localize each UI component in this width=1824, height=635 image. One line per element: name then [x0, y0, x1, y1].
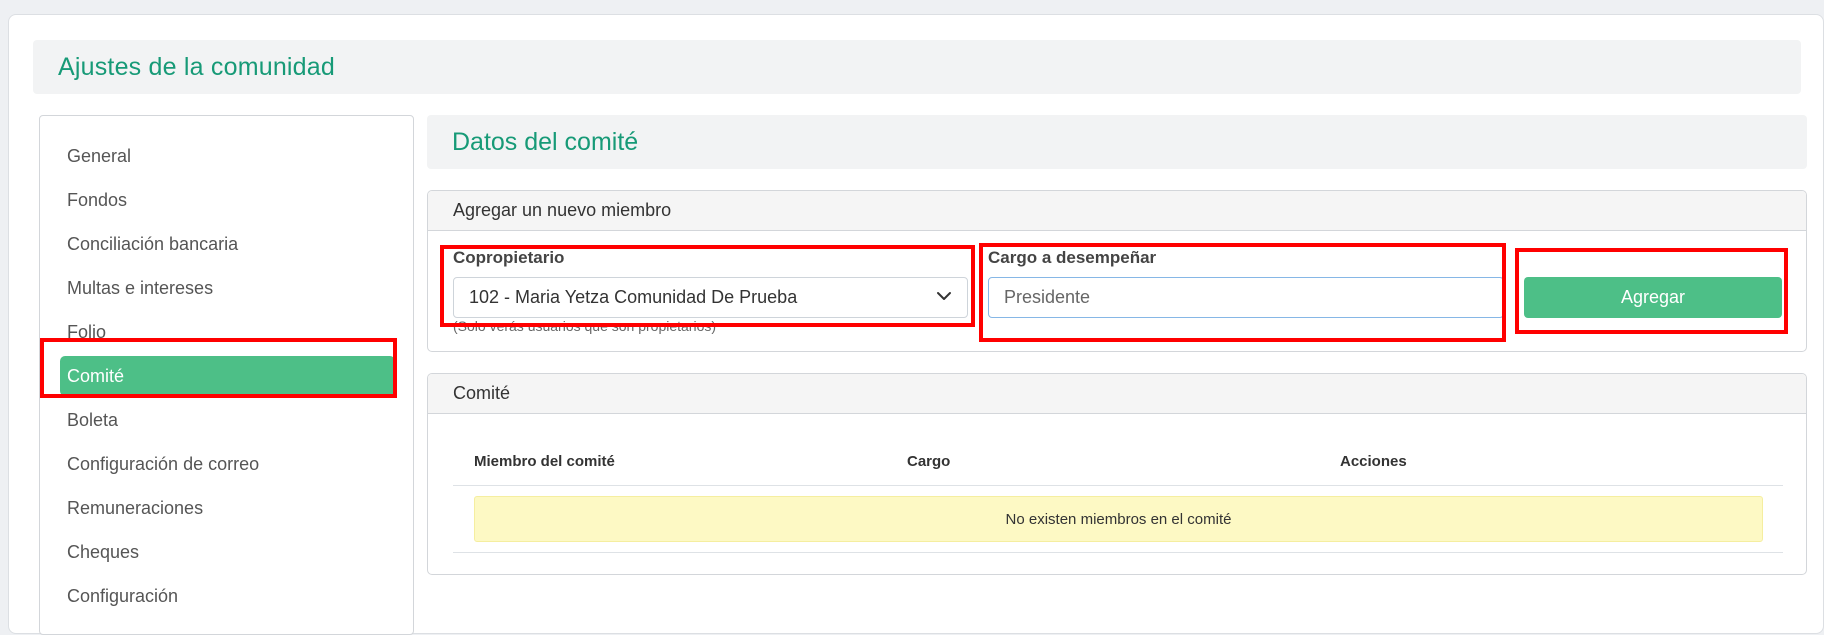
sidebar-item-cheques[interactable]: Cheques: [60, 532, 395, 572]
committee-heading: Comité: [428, 374, 1806, 414]
sidebar-item-fondos[interactable]: Fondos: [60, 180, 395, 220]
add-member-heading: Agregar un nuevo miembro: [428, 191, 1806, 231]
role-input[interactable]: [988, 277, 1504, 318]
sidebar-item-comite[interactable]: Comité: [60, 356, 395, 396]
section-header: Datos del comité: [427, 115, 1807, 169]
owner-select[interactable]: 102 - Maria Yetza Comunidad De Prueba: [453, 277, 968, 318]
sidebar-item-boleta[interactable]: Boleta: [60, 400, 395, 440]
sidebar-item-folio[interactable]: Folio: [60, 312, 395, 352]
page-header: Ajustes de la comunidad: [33, 40, 1801, 94]
column-header-member: Miembro del comité: [474, 452, 615, 470]
table-bottom-border: [453, 552, 1783, 553]
empty-committee-message: No existen miembros en el comité: [474, 496, 1763, 542]
owner-select-value: 102 - Maria Yetza Comunidad De Prueba: [469, 287, 798, 307]
sidebar-item-configuracion[interactable]: Configuración: [60, 576, 395, 616]
committee-panel: Comité Miembro del comité Cargo Acciones…: [427, 373, 1807, 575]
sidebar-item-general[interactable]: General: [60, 136, 395, 176]
sidebar-item-remuneraciones[interactable]: Remuneraciones: [60, 488, 395, 528]
committee-table: Miembro del comité Cargo Acciones No exi…: [453, 437, 1783, 553]
chevron-down-icon: [937, 292, 951, 300]
owner-label: Copropietario: [453, 248, 565, 267]
sidebar-item-multas-e-intereses[interactable]: Multas e intereses: [60, 268, 395, 308]
add-member-button[interactable]: Agregar: [1524, 277, 1782, 318]
column-header-actions: Acciones: [1340, 452, 1407, 470]
role-label: Cargo a desempeñar: [988, 248, 1157, 267]
sidebar-item-configuracion-de-correo[interactable]: Configuración de correo: [60, 444, 395, 484]
table-header-row: Miembro del comité Cargo Acciones: [453, 437, 1783, 486]
page-title: Ajustes de la comunidad: [58, 52, 335, 81]
add-member-panel: Agregar un nuevo miembro Copropietario 1…: [427, 190, 1807, 352]
column-header-role: Cargo: [907, 452, 951, 470]
sidebar-item-conciliacion-bancaria[interactable]: Conciliación bancaria: [60, 224, 395, 264]
settings-sidebar: General Fondos Conciliación bancaria Mul…: [39, 115, 414, 635]
owner-help-text: (Solo verás usuarios que son propietario…: [453, 318, 717, 334]
section-title: Datos del comité: [452, 127, 639, 156]
